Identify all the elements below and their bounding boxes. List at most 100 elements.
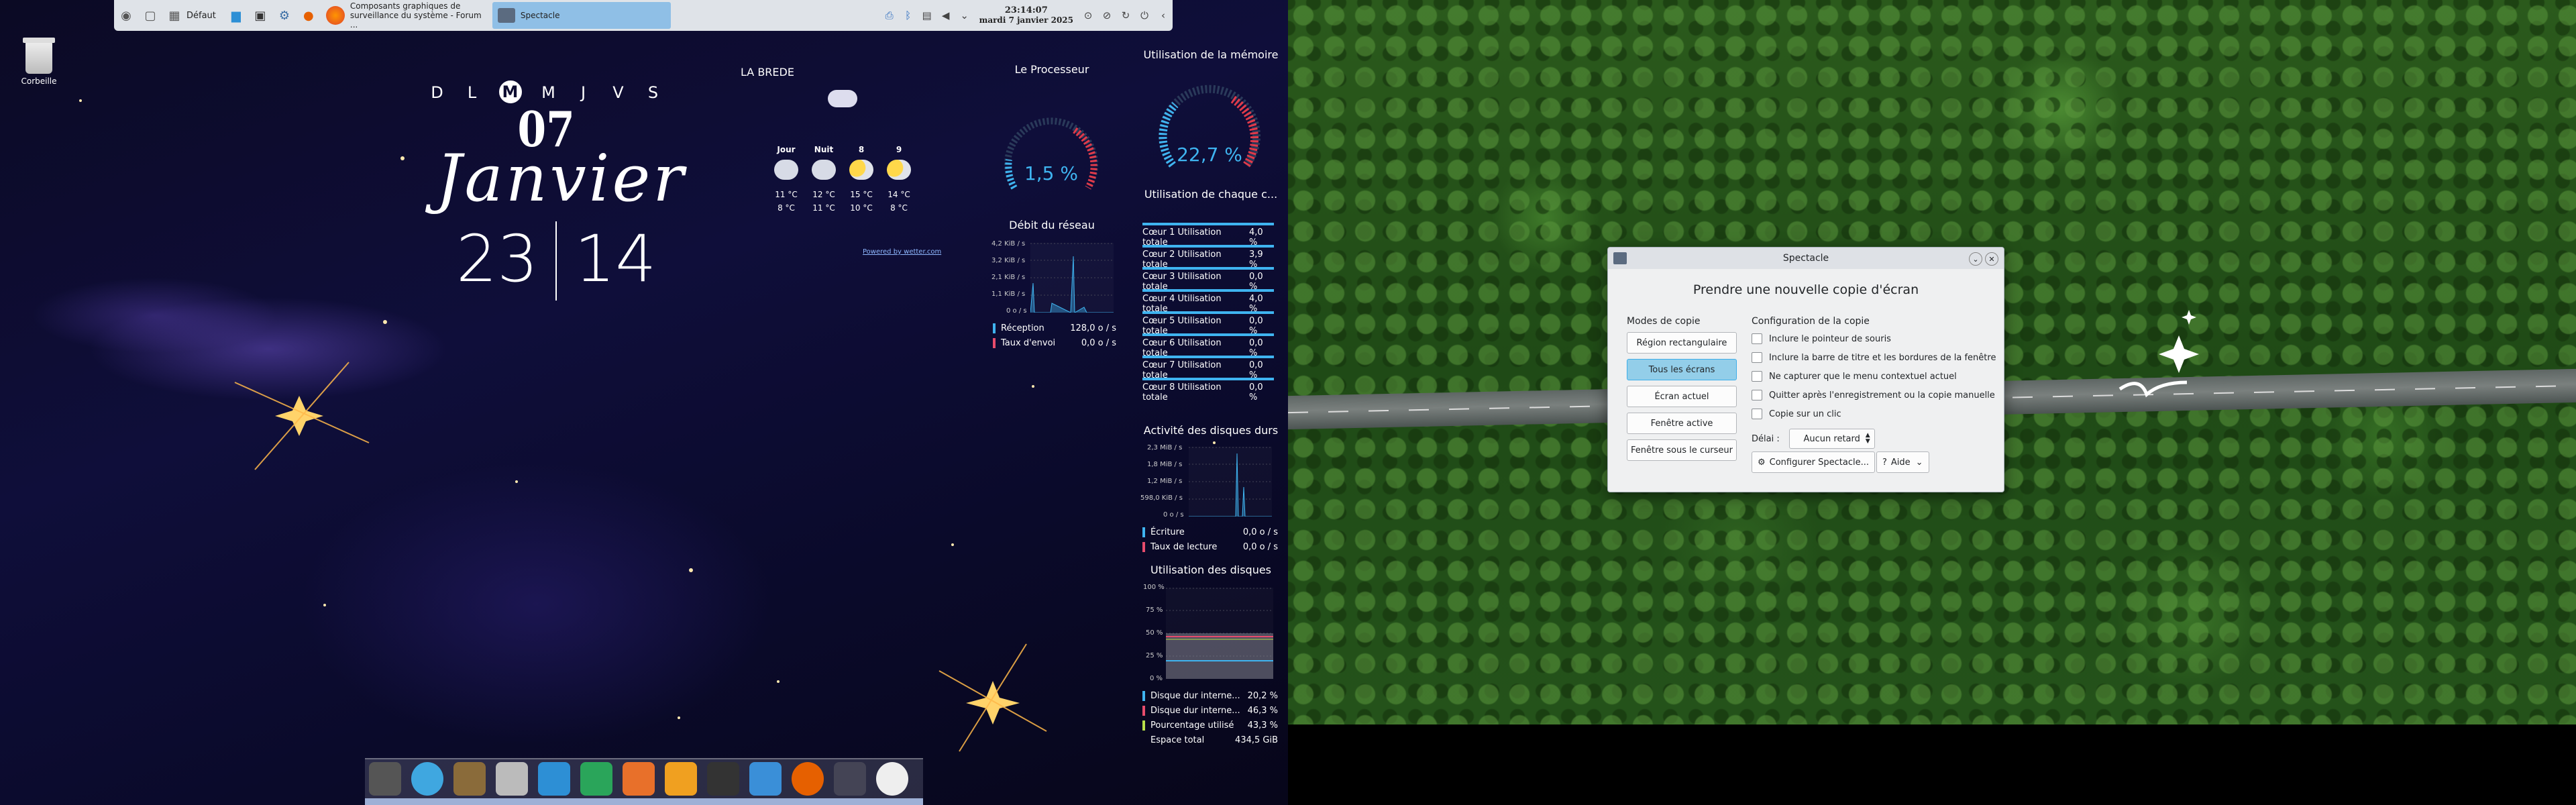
weather-lo: 10 °C bbox=[850, 203, 873, 213]
disk-usage-legend-2: Disque dur interne... 46,3 % bbox=[1142, 706, 1278, 716]
volume-icon[interactable]: ◀ bbox=[938, 8, 953, 23]
configure-button[interactable]: ⚙ Configurer Spectacle... bbox=[1752, 451, 1876, 473]
checkbox[interactable] bbox=[1752, 409, 1762, 419]
show-desktop-icon[interactable]: ▢ bbox=[140, 5, 160, 25]
mode-current-screen-button[interactable]: Écran actuel bbox=[1627, 386, 1737, 407]
app-launcher-icon[interactable]: ◉ bbox=[116, 5, 136, 25]
spectacle-icon bbox=[497, 8, 515, 23]
option-capture-on-click[interactable]: Copie sur un clic bbox=[1752, 409, 1841, 419]
archive-icon[interactable] bbox=[665, 762, 697, 796]
lock-icon[interactable]: ⊙ bbox=[1081, 8, 1095, 23]
task-forum[interactable]: Composants graphiques de surveillance du… bbox=[321, 1, 492, 30]
close-icon[interactable]: ✕ bbox=[1985, 252, 1998, 266]
mode-all-screens-button[interactable]: Tous les écrans bbox=[1627, 359, 1737, 380]
disk-usage-title: Utilisation des disques bbox=[1150, 564, 1272, 576]
spectacle-window: Spectacle ⌄ ✕ Prendre une nouvelle copie… bbox=[1607, 247, 2004, 492]
left-screen-wallpaper: ◉ ▢ ▦ Défaut ▆ ▣ ⚙ ● Composants graphiqu… bbox=[0, 0, 1288, 805]
tx-label: Taux d'envoi bbox=[1001, 338, 1056, 348]
clipboard-icon[interactable]: ▤ bbox=[920, 8, 934, 23]
disk-usage-graph bbox=[1166, 588, 1273, 679]
monitor-icon[interactable] bbox=[834, 762, 866, 796]
core-row: Cœur 7 Utilisation totale 0,0 % bbox=[1142, 356, 1274, 380]
printer-icon[interactable]: ⎙ bbox=[882, 8, 897, 23]
read-value: 0,0 o / s bbox=[1242, 542, 1278, 552]
firefox-icon[interactable] bbox=[792, 762, 824, 796]
globe-icon[interactable] bbox=[411, 762, 443, 796]
disk-usage-legend-4: Espace total 434,5 GiB bbox=[1142, 735, 1278, 745]
folder-icon[interactable]: ▆ bbox=[226, 5, 246, 25]
shutdown-icon[interactable]: ⏻ bbox=[1137, 8, 1152, 23]
weekday: V bbox=[612, 83, 625, 102]
cpu-gauge bbox=[1004, 117, 1098, 190]
weekday-today: M bbox=[499, 80, 522, 103]
task-spectacle[interactable]: Spectacle bbox=[492, 2, 671, 29]
cloud-snow-icon bbox=[828, 90, 857, 107]
delay-row: Délai : Aucun retard ▲ ▼ bbox=[1752, 429, 1875, 449]
sun-cloud-icon bbox=[849, 160, 873, 180]
sun-cloud-icon bbox=[887, 160, 911, 180]
memory-title: Utilisation de la mémoire bbox=[1143, 48, 1279, 61]
option-titlebar[interactable]: Inclure la barre de titre et les bordure… bbox=[1752, 352, 1996, 363]
network-graph bbox=[1030, 243, 1114, 313]
weather-night: Nuit 12 °C 11 °C bbox=[804, 145, 844, 215]
mode-window-under-cursor-button[interactable]: Fenêtre sous le curseur bbox=[1627, 439, 1737, 461]
phone-icon[interactable] bbox=[496, 762, 528, 796]
chevron-down-icon: ⌄ bbox=[1915, 457, 1923, 468]
calculator-icon[interactable] bbox=[369, 762, 401, 796]
back-icon[interactable]: ‹ bbox=[1156, 8, 1171, 23]
spectacle-titlebar[interactable]: Spectacle ⌄ ✕ bbox=[1608, 248, 2004, 269]
expand-tray-icon[interactable]: ⌄ bbox=[957, 8, 972, 23]
checkbox[interactable] bbox=[1752, 333, 1762, 344]
legend-value: 46,3 % bbox=[1247, 706, 1278, 716]
checkbox[interactable] bbox=[1752, 371, 1762, 382]
option-quit-after-save[interactable]: Quitter après l'enregistrement ou la cop… bbox=[1752, 390, 1995, 400]
mode-region-button[interactable]: Région rectangulaire bbox=[1627, 332, 1737, 354]
option-mouse-pointer[interactable]: Inclure le pointeur de souris bbox=[1752, 333, 1891, 344]
restart-icon[interactable]: ↻ bbox=[1118, 8, 1133, 23]
weather-hi: 15 °C bbox=[850, 190, 873, 199]
logout-icon[interactable]: ⊘ bbox=[1099, 8, 1114, 23]
write-label: Écriture bbox=[1150, 527, 1185, 537]
spin-arrows-icon[interactable]: ▲ ▼ bbox=[1866, 433, 1870, 445]
checkbox[interactable] bbox=[1752, 352, 1762, 363]
weather-head: Jour bbox=[777, 145, 796, 154]
network-tick: 1,1 KiB / s bbox=[991, 290, 1026, 298]
activity-label[interactable]: Défaut bbox=[186, 11, 216, 21]
minimize-icon[interactable]: ⌄ bbox=[1969, 252, 1982, 266]
cpu-title: Le Processeur bbox=[1014, 63, 1089, 76]
cores-title: Utilisation de chaque c... bbox=[1144, 188, 1278, 201]
core-label: Cœur 8 Utilisation totale bbox=[1142, 382, 1222, 402]
delay-spinbox[interactable]: Aucun retard ▲ ▼ bbox=[1788, 429, 1875, 449]
top-panel: ◉ ▢ ▦ Défaut ▆ ▣ ⚙ ● Composants graphiqu… bbox=[114, 0, 1173, 31]
firefox-icon[interactable]: ● bbox=[299, 5, 319, 25]
digital-clock[interactable]: 23:14:07 mardi 7 janvier 2025 bbox=[979, 5, 1073, 25]
configure-label: Configurer Spectacle... bbox=[1769, 457, 1870, 468]
help-button[interactable]: ? Aide ⌄ bbox=[1876, 451, 1929, 473]
weather-powered-link[interactable]: Powered by wetter.com bbox=[863, 248, 941, 256]
mode-active-window-button[interactable]: Fenêtre active bbox=[1627, 413, 1737, 434]
firefox-icon bbox=[325, 6, 345, 25]
checkbox[interactable] bbox=[1752, 390, 1762, 400]
network-title: Débit du réseau bbox=[1009, 219, 1095, 231]
time-separator bbox=[555, 221, 557, 301]
task-spectacle-label: Spectacle bbox=[520, 11, 560, 20]
terminal-icon[interactable] bbox=[707, 762, 739, 796]
spreadsheet-icon[interactable] bbox=[580, 762, 612, 796]
trash-desktop-item[interactable]: Corbeille bbox=[17, 38, 60, 86]
system-settings-icon[interactable]: ⚙ bbox=[274, 5, 294, 25]
activities-icon[interactable]: ▦ bbox=[164, 5, 184, 25]
weather-head: Nuit bbox=[814, 145, 834, 154]
disk-activity-lines bbox=[1189, 447, 1272, 517]
legend-value: 20,2 % bbox=[1247, 691, 1278, 701]
presentation-icon[interactable] bbox=[623, 762, 655, 796]
task-forum-label: Composants graphiques de surveillance du… bbox=[350, 1, 482, 30]
config-title: Configuration de la copie bbox=[1752, 316, 1870, 327]
bluetooth-icon[interactable]: ᛒ bbox=[901, 8, 916, 23]
option-context-menu[interactable]: Ne capturer que le menu contextuel actue… bbox=[1752, 371, 1957, 382]
memory-value: 22,7 % bbox=[1177, 144, 1242, 166]
folder-icon[interactable] bbox=[749, 762, 782, 796]
gimp-icon[interactable] bbox=[453, 762, 486, 796]
terminal-icon[interactable]: ▣ bbox=[250, 5, 270, 25]
document-icon[interactable] bbox=[538, 762, 570, 796]
clock-icon[interactable] bbox=[876, 762, 908, 796]
